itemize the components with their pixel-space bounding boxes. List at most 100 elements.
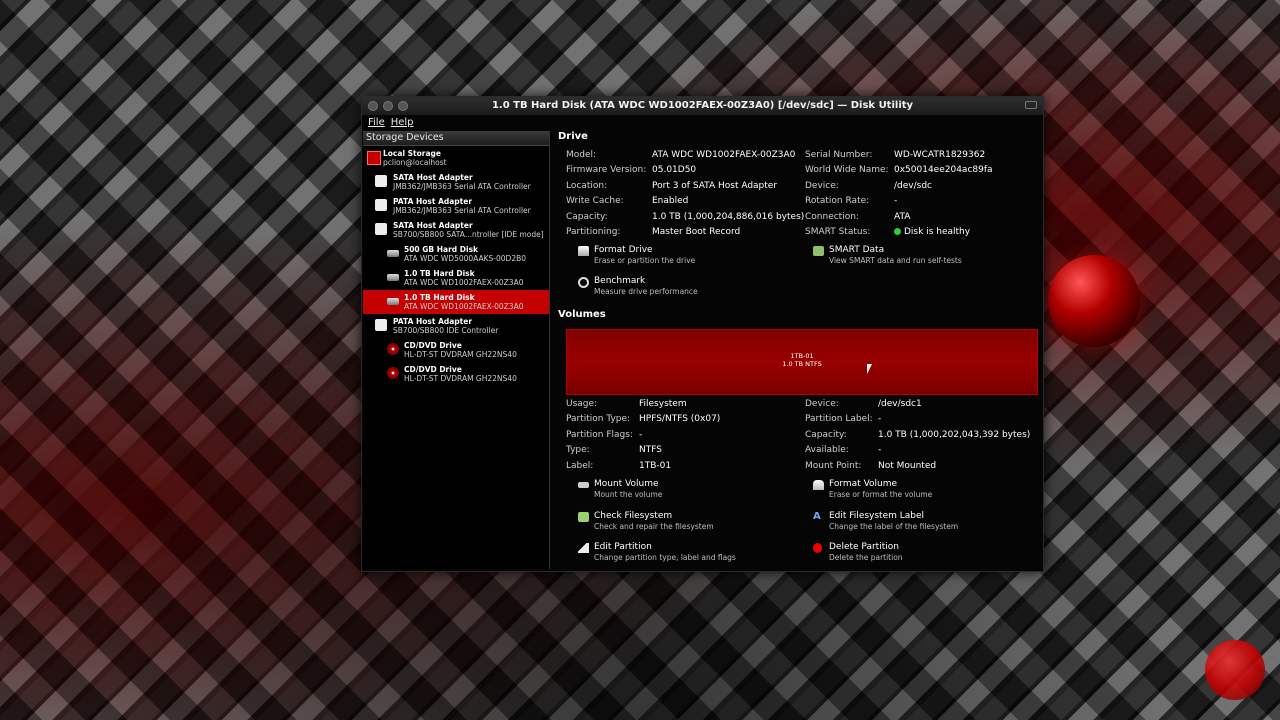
drive-left-row: Capacity: 1.0 TB (1,000,204,886,016 bytes… [566, 212, 804, 222]
sidebar-item-subtitle: ATA WDC WD1002FAEX-00Z3A0 [404, 302, 524, 311]
drive-left-value: 05.01D50 [652, 165, 697, 176]
sidebar-item[interactable]: CD/DVD Drive HL-DT-ST DVDRAM GH22NS40 [363, 362, 549, 386]
volume-bar-name: 1TB-01 [790, 352, 814, 360]
sidebar-item[interactable]: Local Storage pclion@localhost [363, 146, 549, 170]
drive-left-key: Partitioning: [566, 227, 621, 237]
maximize-window-button[interactable] [398, 101, 408, 111]
volume-left-value: - [639, 429, 643, 440]
drive-right-key: Rotation Rate: [805, 196, 870, 207]
close-window-button[interactable] [368, 101, 378, 111]
sidebar-item[interactable]: 1.0 TB Hard Disk ATA WDC WD1002FAEX-00Z3A… [363, 290, 549, 314]
sidebar-item-subtitle: JMB362/JMB363 Serial ATA Controller [393, 182, 531, 191]
sidebar-item-subtitle: HL-DT-ST DVDRAM GH22NS40 [404, 350, 517, 359]
drive-left-value: Port 3 of SATA Host Adapter [652, 180, 778, 191]
drive-right-row: SMART Status: Disk is healthy [805, 227, 970, 237]
volume-right-value: Not Mounted [878, 460, 937, 471]
volume-left-value: HPFS/NTFS (0x07) [639, 414, 721, 425]
drive-right-row: Serial Number: WD-WCATR1829362 [805, 150, 985, 160]
sidebar-item-title: 1.0 TB Hard Disk [404, 269, 475, 278]
mouse-cursor-icon [867, 364, 872, 374]
volume-right-key: Device: [805, 399, 839, 409]
drive-right-key: Device: [805, 180, 839, 191]
volume-left-key: Partition Type: [566, 414, 631, 425]
sidebar-item-title: SATA Host Adapter [393, 173, 473, 182]
volumes-section-title: Volumes [558, 309, 606, 320]
delete-partition-icon [813, 543, 822, 553]
drive-left-key: Model: [566, 150, 597, 160]
volume-right-key: Available: [805, 445, 849, 456]
sidebar-item-subtitle: SB700/SB800 SATA...ntroller [IDE mode] [393, 230, 544, 239]
sidebar-header[interactable]: Storage Devices [363, 131, 549, 146]
sidebar-item-title: SATA Host Adapter [393, 221, 473, 230]
sidebar-item-subtitle: SB700/SB800 IDE Controller [393, 326, 499, 335]
format-volume-icon [813, 480, 824, 490]
disk-utility-window: 1.0 TB Hard Disk (ATA WDC WD1002FAEX-00Z… [361, 96, 1044, 572]
main-panel: Drive Model: ATA WDC WD1002FAEX-00Z3A0 Fir… [558, 131, 1042, 569]
drive-left-value: Enabled [652, 196, 689, 207]
adapter-icon [375, 223, 387, 235]
drive-left-row: Partitioning: Master Boot Record [566, 227, 740, 237]
drive-right-key: World Wide Name: [805, 165, 889, 176]
drive-left-row: Model: ATA WDC WD1002FAEX-00Z3A0 [566, 150, 795, 160]
adapter-icon [375, 175, 387, 187]
volume-right-value: 1.0 TB (1,000,202,043,392 bytes) [878, 429, 1031, 440]
sidebar-item[interactable]: PATA Host Adapter JMB362/JMB363 Serial AT… [363, 194, 549, 218]
check-filesystem-icon [578, 512, 589, 522]
text-label-icon: A [813, 511, 821, 522]
drive-right-row: Device: /dev/sdc [805, 180, 932, 191]
hard-disk-icon [387, 298, 399, 305]
volume-right-row: Mount Point: Not Mounted [805, 461, 936, 471]
volume-right-row: Partition Label: - [805, 414, 881, 424]
drive-left-key: Firmware Version: [566, 165, 647, 176]
volume-left-row: Label: 1TB-01 [566, 460, 671, 471]
volume-left-key: Usage: [566, 399, 598, 409]
volume-right-value: - [878, 445, 882, 456]
smart-data-icon [813, 246, 824, 256]
logo-badge [1205, 640, 1265, 700]
volume-right-value: - [878, 414, 882, 425]
sidebar-item[interactable]: SATA Host Adapter JMB362/JMB363 Serial AT… [363, 170, 549, 194]
mount-volume-icon [578, 482, 589, 488]
drive-right-row: Rotation Rate: - [805, 196, 897, 207]
sidebar-item[interactable]: SATA Host Adapter SB700/SB800 SATA...ntro… [363, 218, 549, 242]
volume-left-row: Partition Type: HPFS/NTFS (0x07) [566, 414, 720, 425]
drive-left-row: Location: Port 3 of SATA Host Adapter [566, 180, 777, 191]
sidebar-item-title: CD/DVD Drive [404, 341, 462, 350]
drive-left-value: Master Boot Record [652, 227, 741, 237]
menu-help[interactable]: Help [391, 115, 414, 131]
title-bar[interactable]: 1.0 TB Hard Disk (ATA WDC WD1002FAEX-00Z… [362, 97, 1043, 115]
drive-right-value: WD-WCATR1829362 [894, 150, 986, 160]
wallpaper-sphere [1048, 255, 1140, 347]
sidebar-item[interactable]: 1.0 TB Hard Disk ATA WDC WD1002FAEX-00Z3A… [363, 266, 549, 290]
sidebar-item[interactable]: CD/DVD Drive HL-DT-ST DVDRAM GH22NS40 [363, 338, 549, 362]
drive-left-key: Location: [566, 180, 608, 191]
volume-bar-size: 1.0 TB NTFS [782, 360, 822, 368]
sidebar-item-subtitle: JMB362/JMB363 Serial ATA Controller [393, 206, 531, 215]
window-title: 1.0 TB Hard Disk (ATA WDC WD1002FAEX-00Z… [491, 100, 914, 111]
healthy-status-icon [894, 228, 901, 235]
hard-disk-icon [387, 274, 399, 281]
volume-left-key: Label: [566, 460, 594, 471]
volume-right-row: Available: - [805, 445, 881, 456]
format-drive-icon [578, 246, 589, 256]
volume-partition-bar[interactable]: 1TB-01 1.0 TB NTFS [566, 329, 1038, 395]
window-menu-icon[interactable] [1025, 101, 1037, 109]
sidebar-item[interactable]: PATA Host Adapter SB700/SB800 IDE Control… [363, 314, 549, 338]
volume-right-value: /dev/sdc1 [878, 399, 922, 409]
drive-right-key: Connection: [805, 211, 859, 222]
drive-left-value: 1.0 TB (1,000,204,886,016 bytes) [652, 211, 805, 222]
sidebar-item-title: CD/DVD Drive [404, 365, 462, 374]
volume-right-key: Capacity: [805, 429, 847, 440]
benchmark-icon [578, 277, 589, 288]
volume-left-value: 1TB-01 [639, 460, 672, 471]
sidebar-item[interactable]: 500 GB Hard Disk ATA WDC WD5000AAKS-00D2B… [363, 242, 549, 266]
cd-drive-icon [387, 367, 399, 379]
sidebar-item-title: 500 GB Hard Disk [404, 245, 479, 254]
drive-right-key: SMART Status: [805, 227, 871, 237]
drive-left-value: ATA WDC WD1002FAEX-00Z3A0 [652, 150, 796, 160]
menu-file[interactable]: File [368, 115, 385, 131]
minimize-window-button[interactable] [383, 101, 393, 111]
drive-right-value: - [894, 196, 898, 207]
volume-left-value: NTFS [639, 445, 662, 456]
drive-right-value: ATA [894, 211, 911, 222]
